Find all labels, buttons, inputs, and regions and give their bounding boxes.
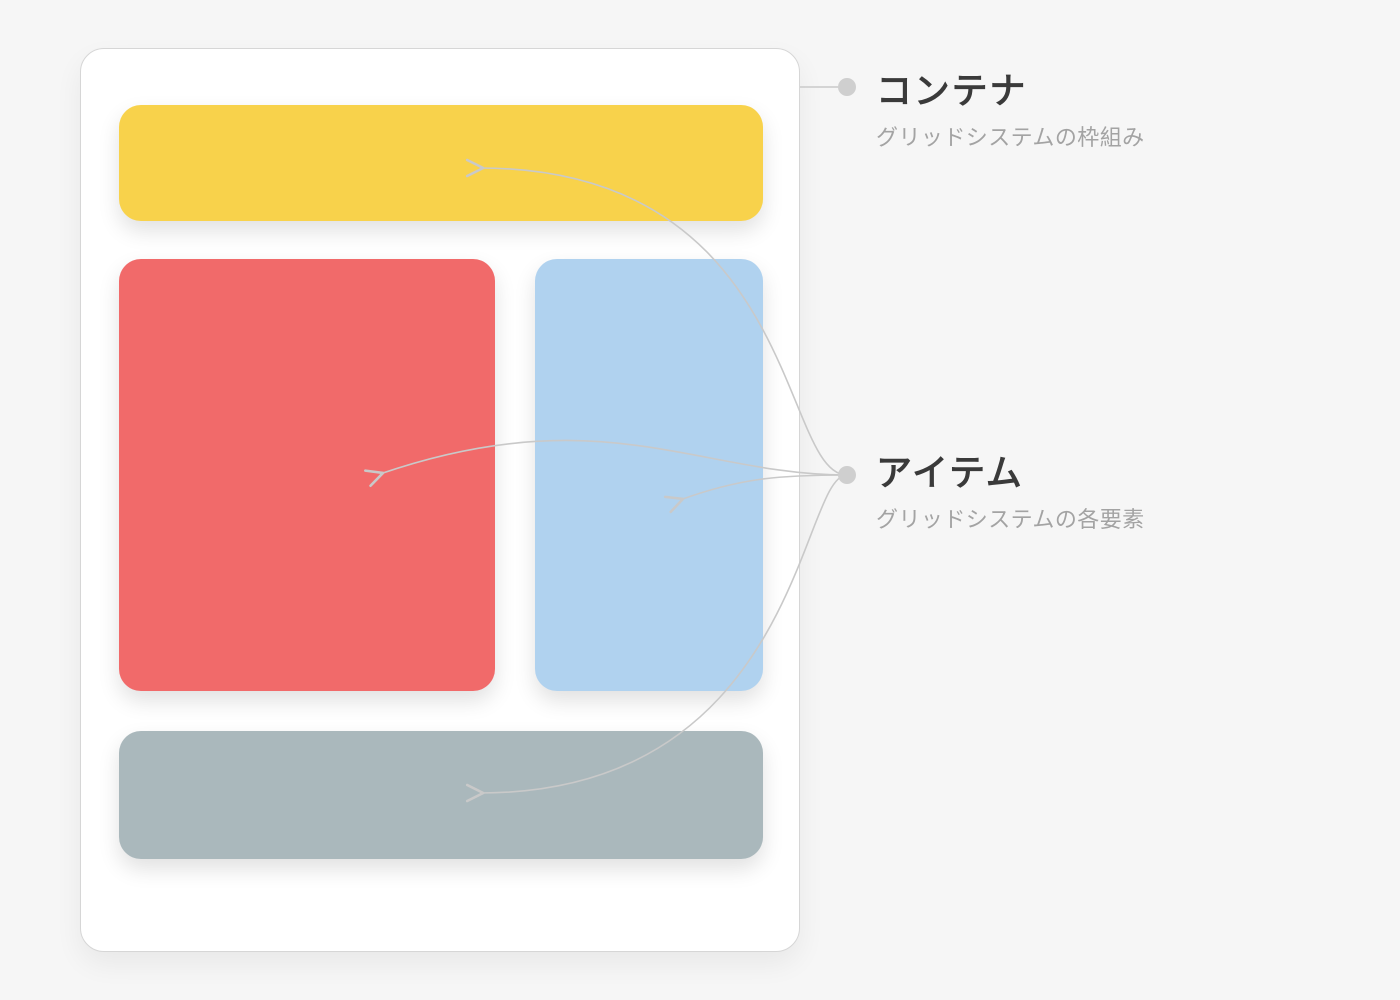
- grid-item-yellow: [119, 105, 763, 221]
- grid-container-frame: [80, 48, 800, 952]
- label-container-subtitle: グリッドシステムの枠組み: [876, 120, 1145, 152]
- label-container-title: コンテナ: [876, 62, 1145, 114]
- grid-item-red: [119, 259, 495, 691]
- label-item-subtitle: グリッドシステムの各要素: [876, 502, 1145, 534]
- label-item: アイテム グリッドシステムの各要素: [876, 444, 1145, 534]
- grid-item-slate: [119, 731, 763, 859]
- label-container: コンテナ グリッドシステムの枠組み: [876, 62, 1145, 152]
- grid-item-blue: [535, 259, 763, 691]
- callout-dot-item: [838, 466, 856, 484]
- callout-dot-container: [838, 78, 856, 96]
- label-item-title: アイテム: [876, 444, 1145, 496]
